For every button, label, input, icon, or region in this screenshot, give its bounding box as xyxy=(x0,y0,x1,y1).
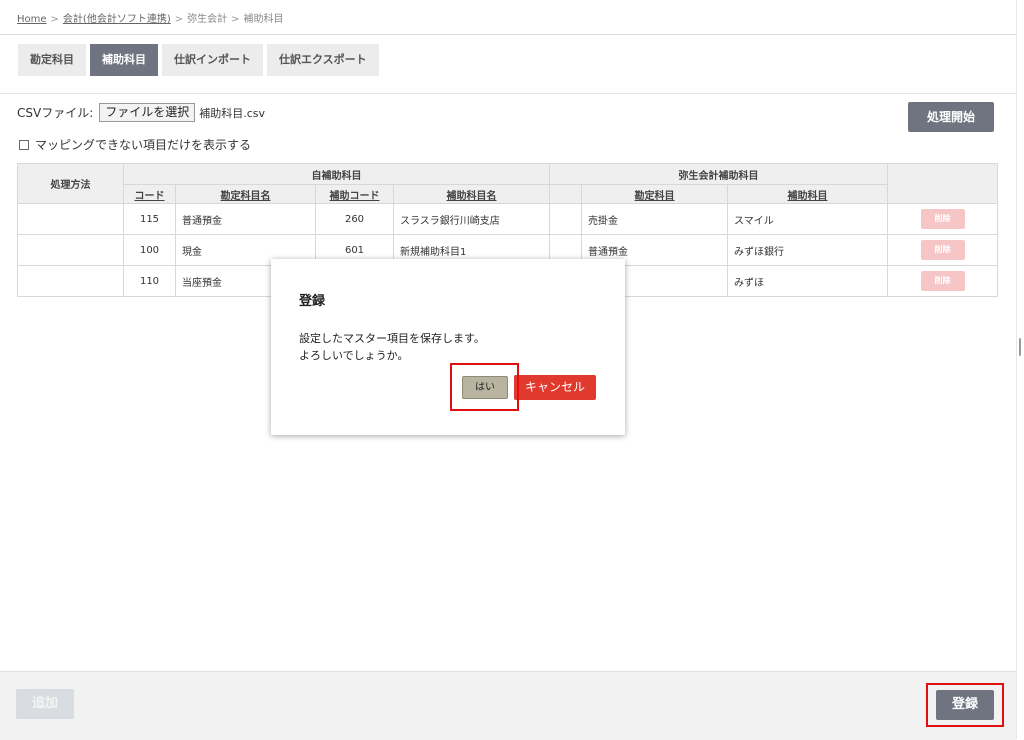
dialog-title: 登録 xyxy=(299,294,326,309)
choose-file-button[interactable]: ファイルを選択 xyxy=(99,103,196,122)
header-actions xyxy=(887,163,998,204)
csv-file-row: CSVファイル: ファイルを選択 補助科目.csv xyxy=(17,103,265,122)
cell-yayoi-account[interactable]: 売掛金 xyxy=(581,203,728,235)
dialog-message-line1: 設定したマスター項目を保存します。 xyxy=(299,332,485,345)
tab-bar: 勘定科目 補助科目 仕訳インポート 仕訳エクスポート xyxy=(18,44,379,76)
dialog-message-line2: よろしいでしょうか。 xyxy=(299,349,409,362)
header-own-sub-accounts: 自補助科目 xyxy=(123,163,550,185)
cell-delete: 削除 xyxy=(887,234,998,266)
right-border xyxy=(1016,0,1017,739)
dialog-message: 設定したマスター項目を保存します。 よろしいでしょうか。 xyxy=(299,330,485,364)
yes-highlight-box xyxy=(450,363,519,411)
delete-button[interactable]: 削除 xyxy=(920,209,965,229)
header-yayoi-sub[interactable]: 補助科目 xyxy=(727,184,888,204)
cell-yayoi-sub[interactable]: みずほ xyxy=(727,265,888,297)
register-highlight-box xyxy=(926,683,1004,727)
cell-spacer xyxy=(549,203,582,235)
breadcrumb-separator: > xyxy=(174,14,184,25)
breadcrumb-accounting-link[interactable]: 会計(他会計ソフト連携) xyxy=(63,14,171,25)
unmapped-only-checkbox[interactable] xyxy=(19,139,29,150)
breadcrumb-separator: > xyxy=(50,14,59,25)
tab-journal-import[interactable]: 仕訳インポート xyxy=(162,44,263,76)
header-spacer xyxy=(549,184,582,204)
cell-delete: 削除 xyxy=(887,203,998,235)
breadcrumb-home-link[interactable]: Home xyxy=(17,14,47,25)
cell-method[interactable] xyxy=(17,203,124,235)
footer-bar xyxy=(0,671,1016,740)
unmapped-only-label[interactable]: マッピングできない項目だけを表示する xyxy=(35,136,251,153)
confirm-dialog: 登録 設定したマスター項目を保存します。 よろしいでしょうか。 はい キャンセル xyxy=(271,259,625,435)
cell-account-name: 普通預金 xyxy=(175,203,316,235)
divider xyxy=(0,93,1016,94)
breadcrumb-separator: > xyxy=(231,14,240,25)
cell-method[interactable] xyxy=(17,234,124,266)
header-sub-name[interactable]: 補助科目名 xyxy=(393,184,550,204)
cell-yayoi-sub[interactable]: みずほ銀行 xyxy=(727,234,888,266)
tab-sub-accounts[interactable]: 補助科目 xyxy=(90,44,158,76)
divider xyxy=(0,34,1016,35)
scrollbar-thumb[interactable] xyxy=(1019,338,1021,356)
breadcrumb-yayoi: 弥生会計 xyxy=(187,14,228,25)
delete-button[interactable]: 削除 xyxy=(920,240,965,260)
breadcrumb-current: 補助科目 xyxy=(243,14,284,25)
cell-method[interactable] xyxy=(17,265,124,297)
cell-sub-name: スラスラ銀行川崎支店 xyxy=(393,203,550,235)
start-processing-button[interactable]: 処理開始 xyxy=(908,102,994,132)
header-method: 処理方法 xyxy=(17,163,124,204)
header-account-name[interactable]: 勘定科目名 xyxy=(175,184,316,204)
table-row: 115 普通預金 260 スラスラ銀行川崎支店 売掛金 スマイル 削除 xyxy=(17,203,998,235)
csv-file-label: CSVファイル: xyxy=(17,106,94,120)
cell-sub-code: 260 xyxy=(315,203,394,235)
breadcrumb: Home > 会計(他会計ソフト連携) > 弥生会計 > 補助科目 xyxy=(17,10,284,25)
selected-file-name: 補助科目.csv xyxy=(199,106,266,120)
tab-journal-export[interactable]: 仕訳エクスポート xyxy=(267,44,379,76)
header-sub-code[interactable]: 補助コード xyxy=(315,184,394,204)
unmapped-filter-row[interactable]: マッピングできない項目だけを表示する xyxy=(19,136,251,153)
add-button[interactable]: 追加 xyxy=(16,689,74,719)
cell-delete: 削除 xyxy=(887,265,998,297)
cell-yayoi-sub[interactable]: スマイル xyxy=(727,203,888,235)
cell-code: 110 xyxy=(123,265,176,297)
cell-code: 100 xyxy=(123,234,176,266)
header-yayoi-sub-accounts: 弥生会計補助科目 xyxy=(549,163,888,185)
delete-button[interactable]: 削除 xyxy=(920,271,965,291)
cancel-button[interactable]: キャンセル xyxy=(514,375,596,400)
header-code[interactable]: コード xyxy=(123,184,176,204)
header-yayoi-account[interactable]: 勘定科目 xyxy=(581,184,728,204)
tab-accounts[interactable]: 勘定科目 xyxy=(18,44,86,76)
cell-code: 115 xyxy=(123,203,176,235)
